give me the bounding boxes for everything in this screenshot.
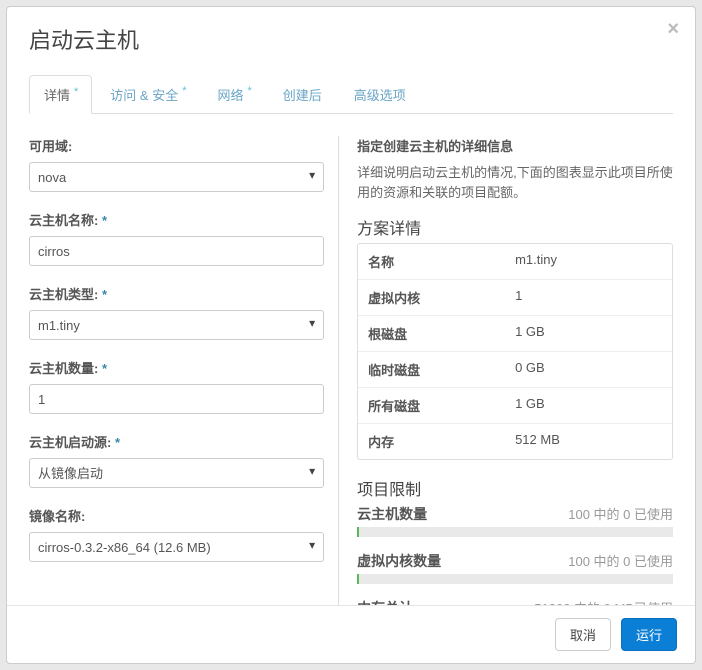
limit-vcpus: 虚拟内核数量 100 中的 0 已使用 [357,551,673,584]
available-zone-select[interactable]: nova [29,162,324,192]
limit-value: 100 中的 0 已使用 [568,504,673,523]
flavor-select[interactable]: m1.tiny [29,310,324,340]
required-star-icon: * [74,86,78,98]
project-limits-title: 项目限制 [357,476,673,500]
available-zone-label: 可用域: [29,136,324,155]
required-star-icon: * [102,213,107,228]
required-star-icon: * [102,361,107,376]
tab-label: 高级选项 [354,85,406,104]
launch-button[interactable]: 运行 [621,618,677,651]
flavor-details-table: 名称m1.tiny 虚拟内核1 根磁盘1 GB 临时磁盘0 GB 所有磁盘1 G… [357,243,673,460]
limit-label: 云主机数量 [357,504,427,524]
table-row: 临时磁盘0 GB [358,352,672,388]
tab-advanced[interactable]: 高级选项 [340,75,420,113]
table-row: 名称m1.tiny [358,244,672,280]
instance-name-input[interactable] [29,236,324,266]
tab-details[interactable]: 详情 * [29,75,92,114]
info-heading: 指定创建云主机的详细信息 [357,136,673,155]
tab-label: 创建后 [283,85,322,104]
flavor-label: 云主机类型: * [29,284,324,303]
image-name-select[interactable]: cirros-0.3.2-x86_64 (12.6 MB) [29,532,324,562]
launch-instance-modal: × 启动云主机 详情 * 访问 & 安全 * 网络 * 创建后 高级选项 可用域: n… [6,6,696,664]
tab-post-creation[interactable]: 创建后 [269,75,336,113]
limit-value: 100 中的 0 已使用 [568,551,673,570]
limit-instances: 云主机数量 100 中的 0 已使用 [357,504,673,537]
required-star-icon: * [115,435,120,450]
instance-count-input[interactable] [29,384,324,414]
cancel-button[interactable]: 取消 [555,618,611,651]
progress-bar [357,527,673,537]
boot-source-select[interactable]: 从镜像启动 [29,458,324,488]
tab-bar: 详情 * 访问 & 安全 * 网络 * 创建后 高级选项 [29,75,673,114]
table-row: 根磁盘1 GB [358,316,672,352]
form-column: 可用域: nova 云主机名称: * 云主机类型: * [29,136,338,645]
tab-network[interactable]: 网络 * [203,75,264,113]
close-icon[interactable]: × [667,19,679,39]
limit-label: 虚拟内核数量 [357,551,441,571]
tab-access-security[interactable]: 访问 & 安全 * [96,75,199,113]
modal-footer: 取消 运行 [7,605,695,663]
table-row: 内存512 MB [358,424,672,459]
table-row: 虚拟内核1 [358,280,672,316]
flavor-details-title: 方案详情 [357,215,673,239]
modal-title: 启动云主机 [29,23,673,55]
info-column: 指定创建云主机的详细信息 详细说明启动云主机的情况,下面的图表显示此项目所使用的… [338,136,673,645]
instance-count-label: 云主机数量: * [29,358,324,377]
tab-label: 详情 [44,85,70,104]
tab-label: 网络 [217,85,243,104]
image-name-label: 镜像名称: [29,506,324,525]
required-star-icon: * [182,85,186,97]
progress-bar [357,574,673,584]
required-star-icon: * [102,287,107,302]
required-star-icon: * [248,85,252,97]
instance-name-label: 云主机名称: * [29,210,324,229]
boot-source-label: 云主机启动源: * [29,432,324,451]
table-row: 所有磁盘1 GB [358,388,672,424]
tab-label: 访问 & 安全 [110,85,178,104]
info-body: 详细说明启动云主机的情况,下面的图表显示此项目所使用的资源和关联的项目配额。 [357,163,673,203]
